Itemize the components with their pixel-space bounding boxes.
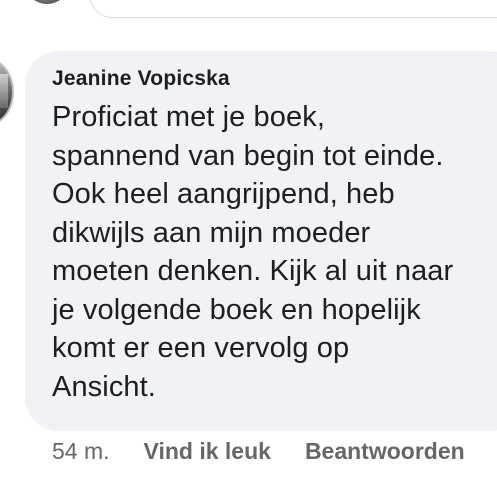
comment-thread: Jeanine Vopicska Proficiat met je boek, …: [0, 0, 497, 482]
comment-actions: 54 m. Vind ik leuk Beantwoorden: [52, 436, 497, 466]
reply-button[interactable]: Beantwoorden: [305, 438, 465, 465]
previous-comment-box: [90, 0, 497, 18]
previous-comment-avatar[interactable]: [24, 0, 70, 4]
comment-author-name[interactable]: Jeanine Vopicska: [52, 67, 230, 91]
comment-text: Proficiat met je boek, spannend van begi…: [52, 101, 454, 403]
like-button[interactable]: Vind ik leuk: [144, 438, 271, 465]
comment-timestamp[interactable]: 54 m.: [52, 438, 110, 465]
avatar[interactable]: [0, 58, 14, 126]
